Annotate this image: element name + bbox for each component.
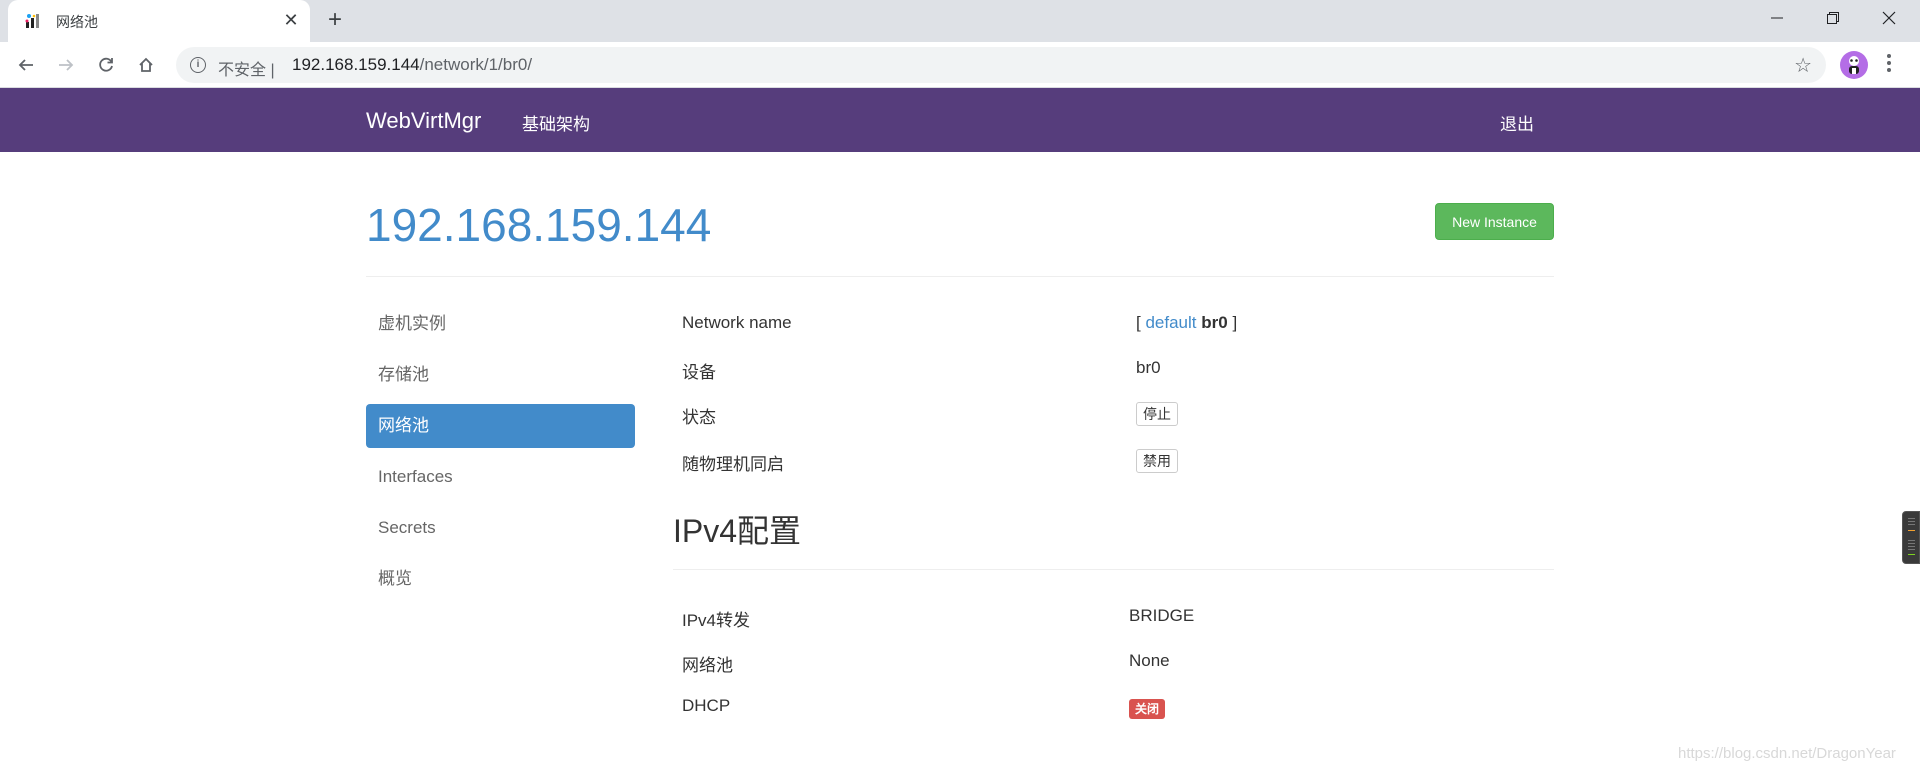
browser-tab[interactable]: 网络池 ✕ — [8, 0, 310, 42]
state-control: 停止 — [1136, 402, 1178, 426]
address-bar[interactable]: i 不安全 | 192.168.159.144/network/1/br0/ ☆ — [176, 47, 1826, 83]
ipv4-section-title: IPv4配置 — [673, 513, 802, 549]
home-icon[interactable] — [132, 51, 160, 79]
close-window-icon[interactable] — [1866, 0, 1912, 36]
ipv4-forward-value: BRIDGE — [1129, 606, 1195, 625]
browser-toolbar: i 不安全 | 192.168.159.144/network/1/br0/ ☆ — [0, 42, 1920, 88]
sidebar: 虚机实例 存储池 网络池 Interfaces Secrets 概览 — [366, 302, 635, 608]
ipv4-forward-label: IPv4转发 — [682, 611, 751, 630]
sidebar-item-interfaces[interactable]: Interfaces — [366, 455, 635, 499]
stop-network-button[interactable]: 停止 — [1136, 402, 1178, 426]
close-tab-icon[interactable]: ✕ — [280, 9, 302, 31]
brand-logo[interactable]: WebVirtMgr — [366, 108, 481, 134]
device-value: br0 — [1136, 358, 1161, 377]
sidebar-item-instances[interactable]: 虚机实例 — [366, 302, 635, 346]
info-icon[interactable]: i — [190, 57, 206, 73]
network-name-label: Network name — [682, 313, 792, 332]
sidebar-item-storage[interactable]: 存储池 — [366, 353, 635, 397]
sidebar-item-secrets[interactable]: Secrets — [366, 506, 635, 550]
header-divider — [366, 276, 1554, 277]
autostart-label: 随物理机同启 — [682, 455, 784, 474]
device-label: 设备 — [682, 363, 716, 382]
new-instance-button[interactable]: New Instance — [1435, 203, 1554, 240]
network-name-value: [ default br0 ] — [1136, 313, 1237, 333]
network-name-bold: br0 — [1201, 313, 1228, 332]
autostart-control: 禁用 — [1136, 449, 1178, 473]
page-title: 192.168.159.144 — [366, 199, 712, 251]
favicon-icon — [25, 14, 39, 28]
ipv4-network-label: 网络池 — [682, 656, 733, 675]
logout-link[interactable]: 退出 — [1500, 110, 1534, 135]
sidebar-item-networks[interactable]: 网络池 — [366, 404, 635, 448]
browser-tab-bar: 网络池 ✕ + — [0, 0, 1920, 42]
ipv4-divider — [673, 569, 1554, 570]
extension-widget-handle[interactable] — [1902, 511, 1920, 564]
url-text[interactable]: 192.168.159.144/network/1/br0/ — [292, 55, 532, 75]
state-label: 状态 — [682, 408, 716, 427]
dhcp-status: 关闭 — [1129, 698, 1166, 719]
sidebar-item-overview[interactable]: 概览 — [366, 557, 635, 601]
minimize-icon[interactable] — [1754, 0, 1800, 36]
ipv4-network-value: None — [1129, 651, 1170, 670]
nav-link-infrastructure[interactable]: 基础架构 — [522, 110, 590, 135]
app-navbar: WebVirtMgr 基础架构 退出 — [0, 88, 1920, 152]
back-icon[interactable] — [12, 51, 40, 79]
dhcp-label: DHCP — [682, 696, 731, 715]
disable-autostart-button[interactable]: 禁用 — [1136, 449, 1178, 473]
forward-icon[interactable] — [52, 51, 80, 79]
watermark-text: https://blog.csdn.net/DragonYear — [1678, 745, 1896, 762]
bracket-open: [ — [1136, 313, 1141, 332]
tab-title: 网络池 — [56, 14, 98, 30]
network-default-link[interactable]: default — [1145, 313, 1196, 332]
security-status: 不安全 | — [218, 62, 275, 79]
restore-icon[interactable] — [1810, 0, 1856, 36]
new-tab-button[interactable]: + — [322, 8, 348, 34]
bookmark-star-icon[interactable]: ☆ — [1794, 53, 1812, 78]
reload-icon[interactable] — [92, 51, 120, 79]
bracket-close: ] — [1232, 313, 1238, 332]
browser-menu-icon[interactable] — [1886, 54, 1892, 76]
dhcp-off-badge: 关闭 — [1129, 699, 1166, 719]
profile-avatar[interactable] — [1840, 51, 1868, 79]
